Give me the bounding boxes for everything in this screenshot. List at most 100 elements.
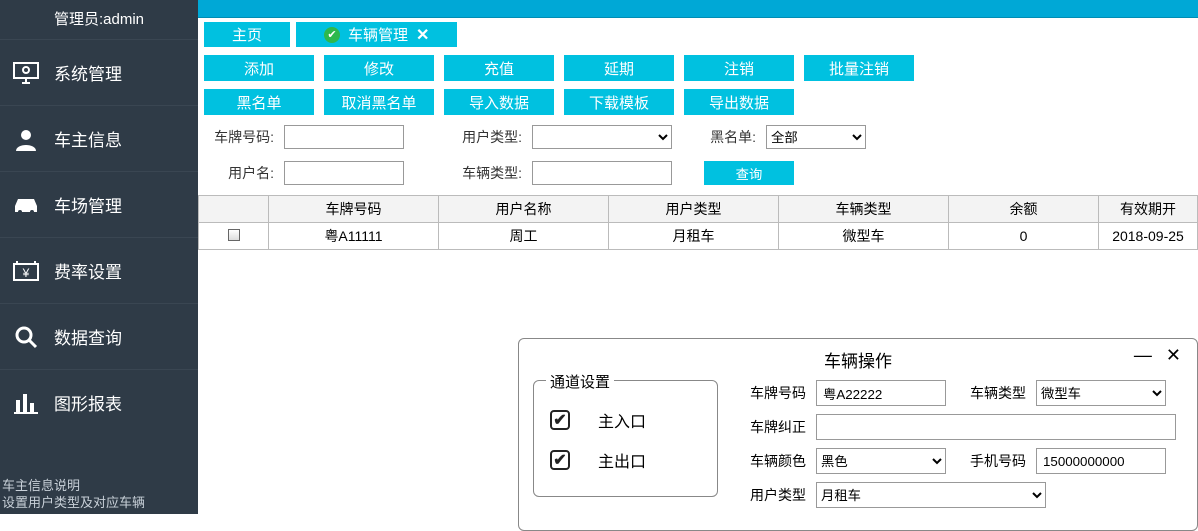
grid-header-row: 车牌号码 用户名称 用户类型 车辆类型 余额 有效期开 <box>199 196 1198 223</box>
grid: 车牌号码 用户名称 用户类型 车辆类型 余额 有效期开 粤A11111 周工 月… <box>198 195 1198 250</box>
cell-balance: 0 <box>949 223 1099 250</box>
rate-icon: ¥ <box>12 259 40 283</box>
sidebar-item-label: 车主信息 <box>54 126 122 151</box>
dialog-title: 车辆操作 <box>824 352 892 371</box>
recharge-button[interactable]: 充值 <box>444 55 554 81</box>
sidebar-item-chart[interactable]: 图形报表 <box>0 369 198 435</box>
col-user: 用户名称 <box>439 196 609 223</box>
dialog-form: 车牌号码 车辆类型 微型车 车牌纠正 车辆颜色 黑色 手机号码 用户类型 <box>736 380 1183 516</box>
dlg-phone-label: 手机号码 <box>956 451 1026 471</box>
username-label: 用户名: <box>208 163 278 183</box>
col-plate: 车牌号码 <box>269 196 439 223</box>
edit-button[interactable]: 修改 <box>324 55 434 81</box>
row-checkbox[interactable] <box>228 229 240 241</box>
minimize-icon[interactable]: — <box>1134 345 1152 366</box>
query-button[interactable]: 查询 <box>704 161 794 185</box>
footer-line1: 车主信息说明 <box>2 478 145 495</box>
user-type-label: 用户类型: <box>456 127 526 147</box>
checkbox-in[interactable]: ✔ <box>550 410 570 430</box>
vehicle-type-input[interactable] <box>532 161 672 185</box>
channel-in-label: 主入口 <box>598 408 646 432</box>
tab-home[interactable]: 主页 <box>204 22 290 47</box>
search-icon <box>12 325 40 349</box>
action-row-1: 添加 修改 充值 延期 注销 批量注销 <box>198 51 1198 85</box>
sidebar-item-system[interactable]: 系统管理 <box>0 39 198 105</box>
cell-utype: 月租车 <box>609 223 779 250</box>
username-input[interactable] <box>284 161 404 185</box>
tab-label: 车辆管理 <box>348 24 408 45</box>
tabs-row: 主页 ✔ 车辆管理 ✕ <box>198 18 1198 51</box>
sidebar-item-query[interactable]: 数据查询 <box>0 303 198 369</box>
extend-button[interactable]: 延期 <box>564 55 674 81</box>
dlg-plate-input[interactable] <box>816 380 946 406</box>
blacklist-button[interactable]: 黑名单 <box>204 89 314 115</box>
col-select <box>199 196 269 223</box>
col-balance: 余额 <box>949 196 1099 223</box>
dlg-correct-label: 车牌纠正 <box>736 417 806 437</box>
dlg-vtype-label: 车辆类型 <box>956 383 1026 403</box>
batch-cancel-button[interactable]: 批量注销 <box>804 55 914 81</box>
vehicle-op-dialog: 车辆操作 — ✕ 通道设置 ✔ 主入口 ✔ 主出口 <box>518 338 1198 531</box>
dlg-utype-select[interactable]: 月租车 <box>816 482 1046 508</box>
channel-out-label: 主出口 <box>598 448 646 472</box>
tab-label: 主页 <box>232 24 262 45</box>
cell-vtype: 微型车 <box>779 223 949 250</box>
dlg-phone-input[interactable] <box>1036 448 1166 474</box>
close-icon[interactable]: ✕ <box>1166 345 1181 366</box>
col-utype: 用户类型 <box>609 196 779 223</box>
user-type-select[interactable] <box>532 125 672 149</box>
footer-line2: 设置用户类型及对应车辆 <box>2 495 145 512</box>
close-tab-icon[interactable]: ✕ <box>416 25 429 45</box>
dlg-correct-input[interactable] <box>816 414 1176 440</box>
sidebar-footer: 车主信息说明 设置用户类型及对应车辆 <box>0 476 147 514</box>
check-icon: ✔ <box>324 27 340 43</box>
cell-valid: 2018-09-25 <box>1099 223 1198 250</box>
dlg-color-select[interactable]: 黑色 <box>816 448 946 474</box>
col-valid: 有效期开 <box>1099 196 1198 223</box>
dlg-plate-label: 车牌号码 <box>736 383 806 403</box>
plate-label: 车牌号码: <box>208 127 278 147</box>
checkbox-out[interactable]: ✔ <box>550 450 570 470</box>
plate-input[interactable] <box>284 125 404 149</box>
add-button[interactable]: 添加 <box>204 55 314 81</box>
channel-out-row[interactable]: ✔ 主出口 <box>546 440 705 480</box>
table-row[interactable]: 粤A11111 周工 月租车 微型车 0 2018-09-25 <box>199 223 1198 250</box>
car-icon <box>12 193 40 217</box>
sidebar-item-label: 车场管理 <box>54 192 122 217</box>
sidebar-item-label: 系统管理 <box>54 60 122 85</box>
row-select-cell[interactable] <box>199 223 269 250</box>
blacklist-select[interactable]: 全部 <box>766 125 866 149</box>
cancel-button[interactable]: 注销 <box>684 55 794 81</box>
vehicle-type-label: 车辆类型: <box>456 163 526 183</box>
sidebar-item-parking[interactable]: 车场管理 <box>0 171 198 237</box>
monitor-icon <box>12 61 40 85</box>
sidebar-item-owner[interactable]: 车主信息 <box>0 105 198 171</box>
svg-text:¥: ¥ <box>22 266 30 280</box>
dlg-vtype-select[interactable]: 微型车 <box>1036 380 1166 406</box>
sidebar-item-label: 费率设置 <box>54 258 122 283</box>
sidebar-item-label: 图形报表 <box>54 390 122 415</box>
dialog-title-row: 车辆操作 — ✕ <box>533 345 1183 380</box>
tab-vehicle-mgmt[interactable]: ✔ 车辆管理 ✕ <box>296 22 457 47</box>
remove-blacklist-button[interactable]: 取消黑名单 <box>324 89 434 115</box>
dlg-color-label: 车辆颜色 <box>736 451 806 471</box>
channel-title: 通道设置 <box>546 371 614 392</box>
filter-row-1: 车牌号码: 用户类型: 黑名单: 全部 <box>198 119 1198 155</box>
chart-icon <box>12 391 40 415</box>
content-area: 主页 ✔ 车辆管理 ✕ 添加 修改 充值 延期 注销 批量注销 黑名单 取消黑名… <box>198 18 1198 514</box>
user-icon <box>12 127 40 151</box>
download-template-button[interactable]: 下载模板 <box>564 89 674 115</box>
blacklist-label: 黑名单: <box>704 127 760 147</box>
export-button[interactable]: 导出数据 <box>684 89 794 115</box>
admin-label: 管理员:admin <box>0 0 198 39</box>
channel-in-row[interactable]: ✔ 主入口 <box>546 400 705 440</box>
cell-user: 周工 <box>439 223 609 250</box>
dlg-utype-label: 用户类型 <box>736 485 806 505</box>
action-row-2: 黑名单 取消黑名单 导入数据 下载模板 导出数据 <box>198 85 1198 119</box>
col-vtype: 车辆类型 <box>779 196 949 223</box>
import-button[interactable]: 导入数据 <box>444 89 554 115</box>
sidebar-item-rate[interactable]: ¥ 费率设置 <box>0 237 198 303</box>
channel-box: 通道设置 ✔ 主入口 ✔ 主出口 <box>533 380 718 497</box>
cell-plate: 粤A11111 <box>269 223 439 250</box>
filter-row-2: 用户名: 车辆类型: 查询 <box>198 155 1198 191</box>
